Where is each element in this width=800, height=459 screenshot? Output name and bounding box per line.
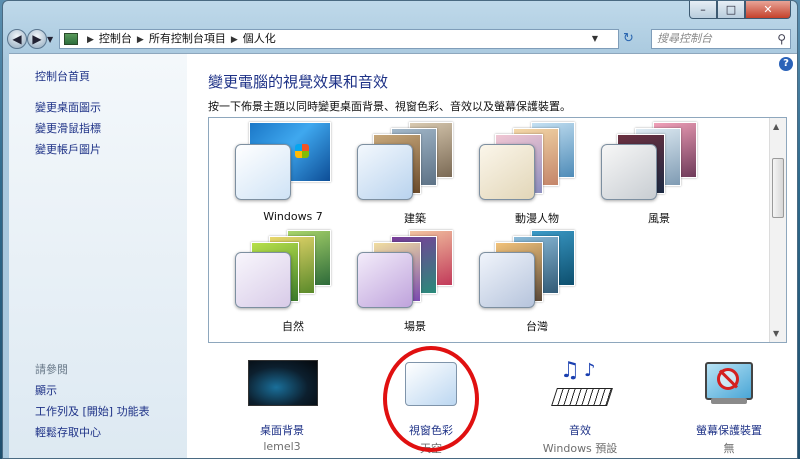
page-description: 按一下佈景主題以同時變更桌面背景、視窗色彩、音效以及螢幕保護裝置。 bbox=[208, 100, 571, 113]
see-also-taskbar[interactable]: 工作列及 [開始] 功能表 bbox=[35, 403, 150, 419]
desktop-background-value: lemel3 bbox=[263, 440, 301, 453]
scrollbar-thumb[interactable] bbox=[772, 158, 784, 218]
content-area: 控制台首頁 變更桌面圖示 變更滑鼠指標 變更帳戶圖片 請參閱 顯示 工作列及 [… bbox=[9, 53, 797, 458]
theme-name: 場景 bbox=[404, 320, 426, 333]
screensaver-value: 無 bbox=[723, 442, 735, 455]
search-input[interactable]: 搜尋控制台 ⚲ bbox=[651, 29, 791, 49]
screensaver-button[interactable]: 螢幕保護裝置 無 bbox=[659, 354, 797, 458]
sidebar-change-mouse-pointers[interactable]: 變更滑鼠指標 bbox=[35, 120, 101, 136]
sound-icon: ♫ ♪ bbox=[550, 358, 613, 408]
address-bar[interactable]: ▶ 控制台 ▶ 所有控制台項目 ▶ 個人化 ▼ bbox=[59, 29, 619, 49]
address-dropdown-icon[interactable]: ▼ bbox=[592, 30, 598, 48]
theme-windows7[interactable]: Windows 7 bbox=[223, 122, 343, 232]
see-also-header: 請參閱 bbox=[35, 363, 68, 376]
theme-preview bbox=[589, 122, 709, 208]
screensaver-label[interactable]: 螢幕保護裝置 bbox=[659, 422, 797, 438]
theme-preview bbox=[223, 230, 343, 316]
maximize-button[interactable]: □ bbox=[717, 1, 745, 19]
desktop-background-button[interactable]: 桌面背景 lemel3 bbox=[212, 354, 352, 458]
refresh-icon[interactable]: ↻ bbox=[623, 31, 634, 46]
theme-preview bbox=[345, 230, 465, 316]
page-title: 變更電腦的視覺效果和音效 bbox=[208, 73, 389, 91]
highlight-circle bbox=[383, 346, 479, 452]
theme-scenes[interactable]: 場景 bbox=[345, 230, 465, 340]
theme-architecture[interactable]: 建築 bbox=[345, 122, 465, 232]
theme-name: 自然 bbox=[282, 320, 304, 333]
arrow-right-icon: ▶ bbox=[32, 32, 42, 46]
theme-taiwan[interactable]: 台灣 bbox=[467, 230, 587, 340]
sound-value: Windows 預設 bbox=[542, 442, 618, 455]
theme-preview bbox=[345, 122, 465, 208]
breadcrumb-separator-icon[interactable]: ▶ bbox=[231, 35, 238, 45]
theme-preview bbox=[223, 122, 343, 208]
theme-name: 動漫人物 bbox=[515, 212, 559, 225]
sound-button[interactable]: ♫ ♪ 音效 Windows 預設 bbox=[510, 354, 650, 458]
main-panel: ? 變更電腦的視覺效果和音效 按一下佈景主題以同時變更桌面背景、視窗色彩、音效以… bbox=[187, 54, 797, 458]
theme-name: 風景 bbox=[648, 212, 670, 225]
title-bar-buttons: – □ ✕ bbox=[689, 1, 791, 19]
scroll-down-icon[interactable]: ▼ bbox=[773, 329, 779, 338]
breadcrumb-control-panel[interactable]: 控制台 bbox=[99, 32, 132, 45]
see-also-ease-of-access[interactable]: 輕鬆存取中心 bbox=[35, 424, 101, 440]
see-also-display[interactable]: 顯示 bbox=[35, 382, 57, 398]
desktop-background-icon bbox=[248, 360, 318, 406]
theme-preview bbox=[467, 122, 587, 208]
theme-list: Windows 7 建築 動漫人物 風景 自然 場景 台灣 ▲ ▼ bbox=[208, 117, 787, 343]
theme-preview bbox=[467, 230, 587, 316]
sidebar-change-account-picture[interactable]: 變更帳戶圖片 bbox=[35, 141, 101, 157]
theme-nature[interactable]: 自然 bbox=[223, 230, 343, 340]
sidebar-home-link[interactable]: 控制台首頁 bbox=[35, 68, 90, 84]
control-panel-icon bbox=[64, 33, 78, 45]
breadcrumb-all-items[interactable]: 所有控制台項目 bbox=[149, 32, 226, 45]
breadcrumb-personalization[interactable]: 個人化 bbox=[243, 32, 276, 45]
personalization-window: – □ ✕ ◀ ▶ ▼ ▶ 控制台 ▶ 所有控制台項目 ▶ 個人化 ▼ ↻ 搜尋控制台 ⚲… bbox=[2, 0, 798, 459]
help-icon[interactable]: ? bbox=[779, 57, 793, 71]
theme-name: 建築 bbox=[404, 212, 426, 225]
theme-name: 台灣 bbox=[526, 320, 548, 333]
search-placeholder: 搜尋控制台 bbox=[657, 32, 712, 45]
theme-characters[interactable]: 動漫人物 bbox=[467, 122, 587, 232]
back-button[interactable]: ◀ bbox=[7, 29, 27, 49]
search-icon[interactable]: ⚲ bbox=[777, 30, 786, 48]
sound-label[interactable]: 音效 bbox=[510, 422, 650, 438]
forward-button[interactable]: ▶ bbox=[27, 29, 47, 49]
customization-bar: 桌面背景 lemel3 視窗色彩 天空 ♫ ♪ 音效 Windows 預設 螢幕… bbox=[187, 354, 797, 458]
minimize-button[interactable]: – bbox=[689, 1, 717, 19]
navigation-bar: ◀ ▶ ▼ ▶ 控制台 ▶ 所有控制台項目 ▶ 個人化 ▼ ↻ 搜尋控制台 ⚲ bbox=[3, 27, 797, 53]
sidebar: 控制台首頁 變更桌面圖示 變更滑鼠指標 變更帳戶圖片 請參閱 顯示 工作列及 [… bbox=[9, 54, 187, 458]
sidebar-change-desktop-icons[interactable]: 變更桌面圖示 bbox=[35, 99, 101, 115]
arrow-left-icon: ◀ bbox=[12, 32, 22, 46]
breadcrumb-separator-icon[interactable]: ▶ bbox=[87, 35, 94, 45]
theme-landscapes[interactable]: 風景 bbox=[589, 122, 709, 232]
theme-name: Windows 7 bbox=[263, 210, 323, 223]
recent-pages-dropdown[interactable]: ▼ bbox=[47, 35, 53, 44]
breadcrumb-separator-icon[interactable]: ▶ bbox=[137, 35, 144, 45]
theme-list-scrollbar[interactable]: ▲ ▼ bbox=[769, 118, 786, 342]
scroll-up-icon[interactable]: ▲ bbox=[773, 122, 779, 131]
close-button[interactable]: ✕ bbox=[745, 1, 791, 19]
desktop-background-label[interactable]: 桌面背景 bbox=[212, 422, 352, 438]
screensaver-icon bbox=[703, 358, 755, 406]
